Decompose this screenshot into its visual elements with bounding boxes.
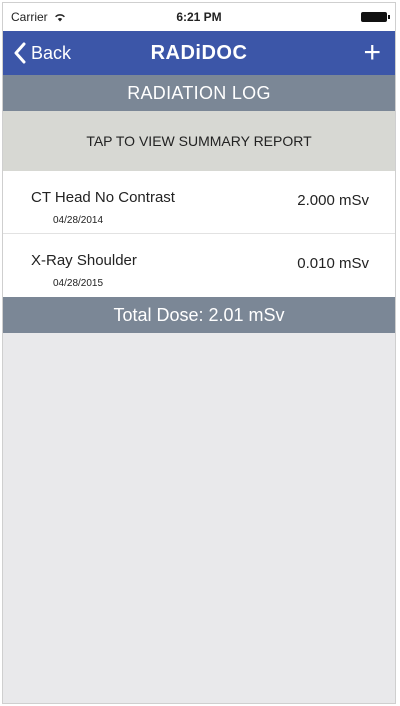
log-entry[interactable]: X-Ray Shoulder 04/28/2015 0.010 mSv <box>3 234 395 297</box>
battery-icon <box>361 12 390 22</box>
radiation-log-list: CT Head No Contrast 04/28/2014 2.000 mSv… <box>3 171 395 297</box>
section-header: RADIATION LOG <box>3 75 395 111</box>
status-left: Carrier <box>11 10 131 24</box>
status-time: 6:21 PM <box>176 10 222 24</box>
status-right <box>267 12 390 22</box>
log-entry-title: CT Head No Contrast <box>31 189 175 206</box>
log-entry-dose: 2.000 mSv <box>297 192 369 209</box>
phone-screen: Carrier 6:21 PM Back RADiDOC + RADIATION… <box>2 2 396 704</box>
wifi-icon <box>54 13 66 22</box>
carrier-label: Carrier <box>11 10 48 24</box>
empty-content-area <box>3 333 395 703</box>
add-button[interactable]: + <box>359 38 385 68</box>
summary-report-button[interactable]: TAP TO VIEW SUMMARY REPORT <box>3 111 395 171</box>
log-entry-title: X-Ray Shoulder <box>31 252 137 269</box>
log-entry[interactable]: CT Head No Contrast 04/28/2014 2.000 mSv <box>3 171 395 234</box>
log-entry-date: 04/28/2015 <box>53 278 104 289</box>
back-label: Back <box>31 42 72 63</box>
navigation-bar: Back RADiDOC + <box>3 31 395 75</box>
status-bar: Carrier 6:21 PM <box>3 3 395 31</box>
back-button[interactable]: Back <box>13 42 71 64</box>
log-entry-dose: 0.010 mSv <box>297 255 369 272</box>
summary-report-label: TAP TO VIEW SUMMARY REPORT <box>86 133 312 149</box>
total-dose-bar: Total Dose: 2.01 mSv <box>3 297 395 333</box>
chevron-left-icon <box>14 42 26 64</box>
log-entry-date: 04/28/2014 <box>53 215 104 226</box>
